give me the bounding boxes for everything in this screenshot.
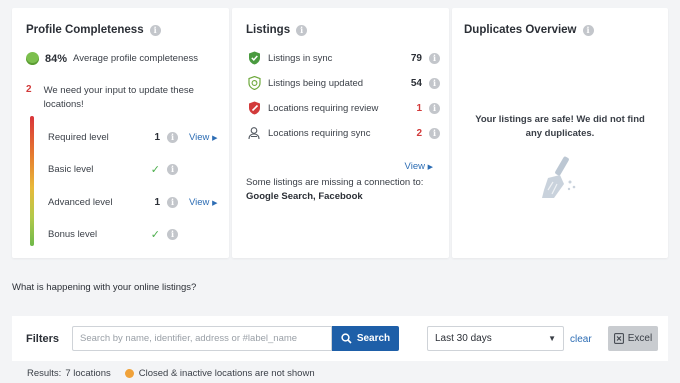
results-summary: Results: 7 locations Closed & inactive l…: [27, 368, 315, 379]
level-row-bonus: Bonus level ✓ i: [48, 227, 226, 241]
search-icon: [341, 333, 352, 344]
warning-dot-icon: [124, 369, 134, 378]
search-button[interactable]: Search: [332, 326, 399, 351]
level-name: Advanced level: [48, 196, 113, 208]
info-icon[interactable]: i: [167, 196, 178, 208]
level-row-required: Required level 1 i View ▶: [48, 130, 226, 144]
level-name: Basic level: [48, 163, 94, 175]
listing-count: 79: [410, 52, 422, 64]
info-icon[interactable]: i: [167, 131, 178, 143]
excel-export-button[interactable]: Excel: [608, 326, 658, 351]
listings-title: Listings i: [246, 24, 308, 36]
level-gradient-bar: [30, 116, 34, 246]
view-link-label: View: [189, 131, 210, 143]
view-required-link[interactable]: View ▶: [189, 132, 217, 143]
level-count: 1: [154, 131, 160, 143]
missing-connection: Some listings are missing a connection t…: [246, 176, 442, 204]
listing-label: Locations requiring review: [268, 102, 379, 114]
excel-button-label: Excel: [627, 333, 653, 344]
check-icon: ✓: [150, 228, 160, 241]
view-advanced-link[interactable]: View ▶: [189, 197, 217, 208]
info-icon[interactable]: i: [167, 228, 178, 240]
chevron-down-icon: ▼: [548, 334, 556, 343]
duplicates-card: Duplicates Overview i Your listings are …: [452, 8, 668, 258]
input-needed-count: 2: [26, 84, 32, 95]
listing-label: Listings being updated: [268, 77, 364, 89]
info-icon[interactable]: i: [296, 24, 308, 36]
listings-view-link[interactable]: View ▶: [405, 161, 433, 172]
level-name: Bonus level: [48, 228, 98, 240]
view-link-label: View: [404, 161, 425, 172]
excel-icon: [613, 333, 624, 344]
completeness-circle-icon: [26, 52, 39, 65]
completeness-label: Average profile completeness: [73, 53, 199, 64]
completeness-percent: 84%: [45, 52, 68, 65]
view-link-label: View: [189, 196, 210, 208]
level-row-basic: Basic level ✓ i: [48, 162, 226, 176]
caret-right-icon: ▶: [427, 164, 433, 171]
input-needed-text: We need your input to update these locat…: [43, 85, 194, 110]
duplicates-title: Duplicates Overview i: [464, 24, 594, 36]
clear-filters-link[interactable]: clear: [570, 334, 592, 345]
caret-right-icon: ▶: [212, 199, 218, 207]
info-icon[interactable]: i: [429, 102, 440, 114]
missing-platforms: Google Search, Facebook: [246, 191, 363, 202]
listing-label: Locations requiring sync: [268, 127, 371, 139]
results-note: Closed & inactive locations are not show…: [138, 368, 315, 379]
broom-icon: [540, 154, 582, 205]
search-button-label: Search: [356, 333, 391, 344]
shield-alert-icon: [246, 101, 262, 115]
info-icon[interactable]: i: [582, 24, 594, 36]
info-icon[interactable]: i: [429, 52, 440, 64]
listing-count: 1: [416, 102, 422, 114]
level-count: 1: [154, 196, 160, 208]
missing-connection-text: Some listings are missing a connection t…: [246, 177, 424, 188]
period-value: Last 30 days: [435, 333, 492, 344]
online-listings-question: What is happening with your online listi…: [12, 282, 197, 293]
period-select[interactable]: Last 30 days ▼: [427, 326, 564, 351]
shield-check-icon: [246, 51, 262, 65]
listings-row-updating[interactable]: Listings being updated 54 i: [246, 75, 442, 91]
filters-label: Filters: [26, 333, 60, 345]
profile-completeness-title-text: Profile Completeness: [26, 24, 144, 36]
listing-count: 2: [416, 127, 422, 139]
duplicates-message: Your listings are safe! We did not find …: [475, 114, 645, 139]
average-completeness: 84% Average profile completeness: [26, 52, 198, 65]
results-label: Results:: [27, 368, 62, 379]
info-icon[interactable]: i: [149, 24, 161, 36]
shield-sync-icon: [246, 76, 262, 90]
level-name: Required level: [48, 131, 109, 143]
listings-row-in-sync[interactable]: Listings in sync 79 i: [246, 50, 442, 66]
duplicates-title-text: Duplicates Overview: [464, 24, 577, 36]
info-icon[interactable]: i: [429, 127, 440, 139]
profile-completeness-title: Profile Completeness i: [26, 24, 161, 36]
results-count: 7 locations: [65, 368, 111, 379]
profile-completeness-card: Profile Completeness i 84% Average profi…: [12, 8, 229, 258]
search-input[interactable]: [72, 326, 332, 351]
input-needed: 2 We need your input to update these loc…: [26, 84, 204, 112]
listings-title-text: Listings: [246, 24, 291, 36]
filters-bar: Filters Search Last 30 days ▼ clear Exce…: [12, 316, 668, 361]
info-icon[interactable]: i: [167, 163, 178, 175]
caret-right-icon: ▶: [212, 134, 218, 142]
check-icon: ✓: [150, 163, 160, 176]
user-sync-icon: [246, 126, 262, 140]
listings-row-review[interactable]: Locations requiring review 1 i: [246, 100, 442, 116]
listings-card: Listings i Listings in sync 79 i Listing…: [232, 8, 449, 258]
listing-count: 54: [410, 77, 422, 89]
listings-row-sync[interactable]: Locations requiring sync 2 i: [246, 125, 442, 141]
listing-label: Listings in sync: [268, 52, 333, 64]
level-row-advanced: Advanced level 1 i View ▶: [48, 195, 226, 209]
info-icon[interactable]: i: [429, 77, 440, 89]
